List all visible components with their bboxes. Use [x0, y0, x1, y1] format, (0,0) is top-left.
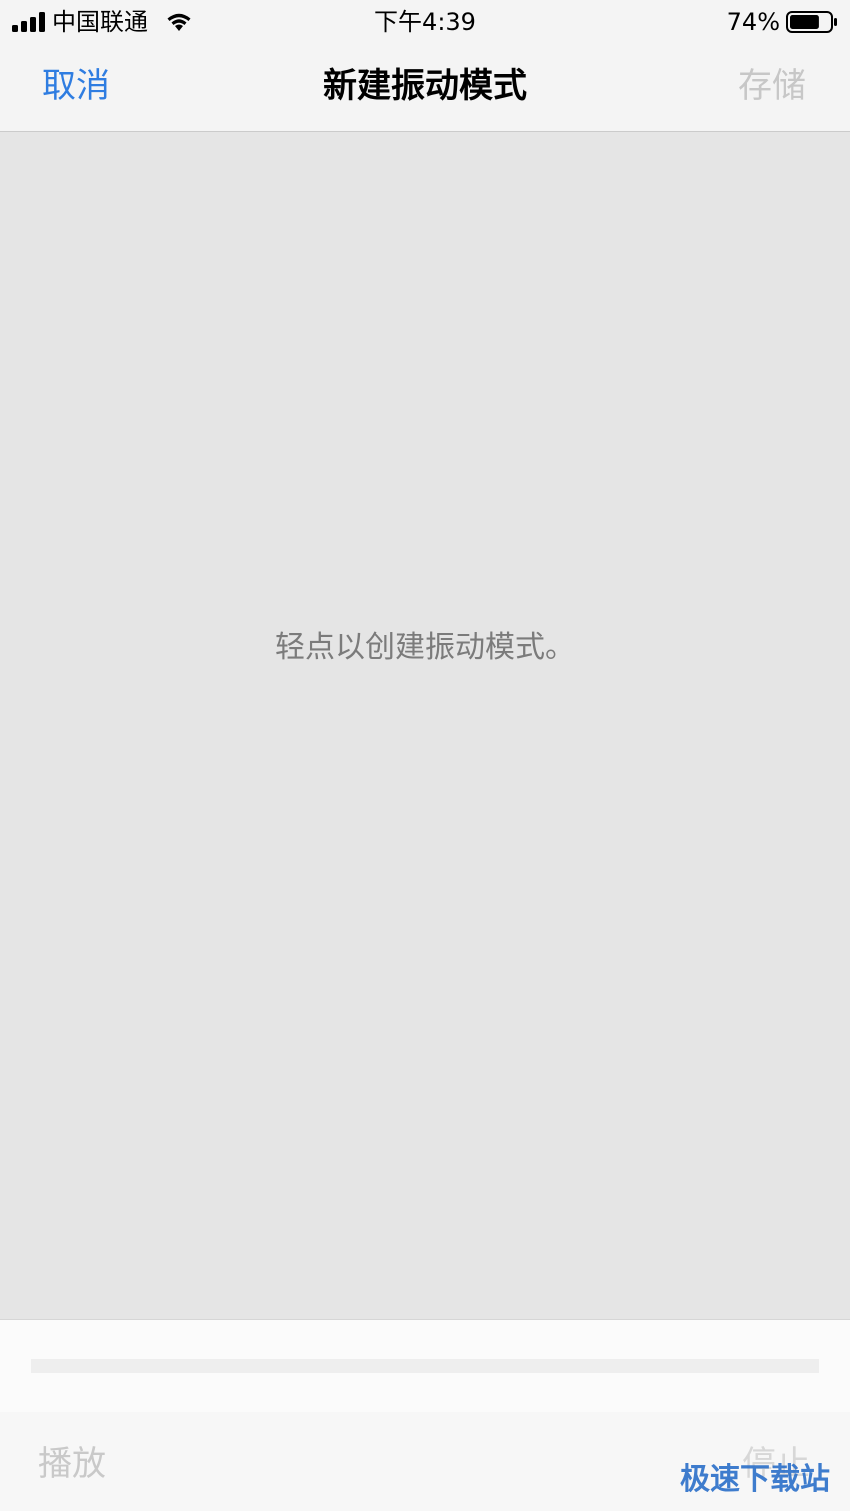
- battery-percentage: 74%: [726, 8, 780, 36]
- save-button[interactable]: 存储: [738, 64, 806, 108]
- timeline-panel: [0, 1319, 850, 1413]
- status-bar: 中国联通 下午4:39 74%: [0, 0, 850, 44]
- battery-fill: [790, 15, 819, 29]
- vibration-tap-area[interactable]: 轻点以创建振动模式。: [0, 132, 850, 1319]
- page-title: 新建振动模式: [323, 66, 527, 106]
- navigation-bar: 取消 新建振动模式 存储: [0, 44, 850, 132]
- watermark-logo: 极速下载站: [680, 1462, 830, 1497]
- tap-hint-text: 轻点以创建振动模式。: [275, 630, 575, 665]
- status-time: 下午4:39: [374, 8, 476, 36]
- pattern-timeline-track: [31, 1359, 819, 1373]
- play-button[interactable]: 播放: [38, 1442, 106, 1486]
- battery-icon: [786, 11, 837, 33]
- bottom-toolbar: 播放 停止 极速下载站: [0, 1412, 850, 1511]
